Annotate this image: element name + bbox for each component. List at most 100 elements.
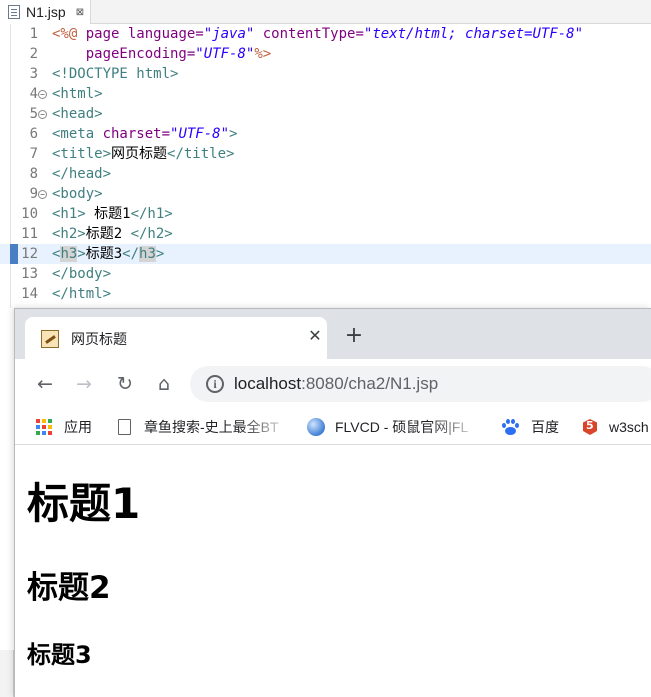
code-token: 标题2	[85, 226, 131, 242]
code-token: page	[85, 26, 128, 42]
editor-tab-n1-jsp[interactable]: N1.jsp ⊠	[0, 0, 92, 24]
code-line[interactable]: 12 <h3>标题3</h3>	[0, 244, 651, 264]
code-text: <title>网页标题</title>	[52, 144, 234, 164]
code-text: </body>	[52, 264, 111, 284]
line-number: 11	[21, 226, 38, 242]
browser-tab-strip: 网页标题 ✕ +	[15, 309, 651, 359]
bookmark-flvcd[interactable]: FLVCD - 硕鼠官网|FL	[307, 417, 468, 437]
code-line[interactable]: 9− <body>	[0, 184, 651, 204]
code-text: pageEncoding="UTF-8"%>	[52, 44, 271, 64]
line-number: 9	[29, 186, 38, 202]
apps-grid-icon	[36, 419, 52, 435]
code-editor[interactable]: 1 <%@ page language="java" contentType="t…	[0, 24, 651, 308]
bookmark-baidu[interactable]: 百度	[501, 417, 559, 437]
page-icon	[118, 419, 131, 435]
bookmark-zhangyu-label: 章鱼搜索-史上最全BT	[144, 419, 279, 435]
baidu-paw-icon	[501, 418, 519, 436]
bookmark-baidu-label: 百度	[531, 419, 559, 435]
line-number: 6	[29, 126, 38, 142]
code-line[interactable]: 7 <title>网页标题</title>	[0, 144, 651, 164]
w3school-icon	[581, 418, 599, 436]
jsp-file-icon	[8, 5, 20, 19]
line-number: 2	[29, 46, 38, 62]
code-token: <%@	[52, 26, 86, 42]
code-line[interactable]: 1 <%@ page language="java" contentType="t…	[0, 24, 651, 44]
bookmark-apps[interactable]: 应用	[36, 417, 92, 437]
line-number: 1	[29, 26, 38, 42]
bookmark-apps-label: 应用	[64, 419, 92, 435]
page-viewport: 标题1 标题2 标题3	[15, 446, 651, 697]
line-number: 5	[29, 106, 38, 122]
fold-toggle-icon[interactable]: −	[38, 110, 47, 119]
code-token: </h2>	[130, 226, 173, 242]
page-heading-2: 标题2	[27, 570, 111, 606]
code-token: <body>	[52, 186, 103, 202]
url-path: :8080/cha2/N1.jsp	[301, 374, 439, 393]
code-token: contentType=	[254, 26, 364, 42]
code-token: </title>	[167, 146, 235, 162]
browser-tab-title: 网页标题	[71, 331, 127, 347]
url-text: localhost:8080/cha2/N1.jsp	[234, 374, 438, 394]
code-token: </	[122, 246, 140, 262]
code-line[interactable]: 3 <!DOCTYPE html>	[0, 64, 651, 84]
code-text: <!DOCTYPE html>	[52, 64, 178, 84]
bookmark-zhangyu[interactable]: 章鱼搜索-史上最全BT	[118, 417, 279, 437]
editor-tab-bar: N1.jsp ⊠	[0, 0, 651, 24]
code-token: <meta	[52, 126, 103, 142]
code-token: %>	[254, 46, 272, 62]
forward-arrow-icon[interactable]: →	[72, 372, 96, 396]
code-line[interactable]: 2 pageEncoding="UTF-8"%>	[0, 44, 651, 64]
code-text: <body>	[52, 184, 103, 204]
home-icon[interactable]: ⌂	[152, 372, 176, 396]
code-text: <h2>标题2 </h2>	[52, 224, 173, 244]
line-number: 12	[21, 246, 38, 262]
bookmark-w3school[interactable]: w3sch	[581, 417, 649, 437]
code-token: "UTF-8"	[195, 46, 255, 62]
code-token: "UTF-8"	[170, 126, 230, 142]
bookmark-w3school-label: w3sch	[609, 419, 649, 435]
code-line[interactable]: 8 </head>	[0, 164, 651, 184]
line-number: 8	[29, 166, 38, 182]
close-tab-icon[interactable]: ✕	[305, 326, 325, 346]
code-line[interactable]: 5− <head>	[0, 104, 651, 124]
line-number: 10	[21, 206, 38, 222]
code-token: </h1>	[130, 206, 173, 222]
code-token: >	[77, 246, 86, 262]
code-line[interactable]: 13 </body>	[0, 264, 651, 284]
ide-side-panel-fragment	[0, 650, 14, 697]
url-host: localhost	[234, 374, 302, 393]
site-info-icon[interactable]: i	[206, 375, 224, 393]
code-text: <h3>标题3</h3>	[52, 244, 164, 264]
line-number: 7	[29, 146, 38, 162]
new-tab-icon[interactable]: +	[343, 325, 365, 348]
code-token: h3	[139, 246, 156, 262]
close-icon[interactable]: ⊠	[76, 7, 84, 18]
reload-icon[interactable]: ↻	[113, 372, 137, 396]
code-token: <!DOCTYPE html>	[52, 66, 179, 82]
address-bar[interactable]: i localhost:8080/cha2/N1.jsp	[190, 366, 651, 402]
code-token: <h2>	[52, 226, 86, 242]
fold-toggle-icon[interactable]: −	[38, 90, 47, 99]
code-token: h3	[60, 246, 78, 262]
code-line[interactable]: 14 </html>	[0, 284, 651, 304]
code-token: pageEncoding=	[52, 46, 196, 62]
bookmark-flvcd-label: FLVCD - 硕鼠官网|FL	[335, 419, 469, 435]
code-text: <meta charset="UTF-8">	[52, 124, 237, 144]
tomcat-favicon-icon	[41, 330, 59, 348]
code-text: <head>	[52, 104, 103, 124]
fold-toggle-icon[interactable]: −	[38, 190, 47, 199]
code-line[interactable]: 10 <h1> 标题1</h1>	[0, 204, 651, 224]
back-arrow-icon[interactable]: ←	[33, 372, 57, 396]
page-heading-3: 标题3	[27, 641, 92, 669]
line-number: 3	[29, 66, 38, 82]
code-token: </html>	[52, 286, 112, 302]
code-line[interactable]: 6 <meta charset="UTF-8">	[0, 124, 651, 144]
code-line[interactable]: 11 <h2>标题2 </h2>	[0, 224, 651, 244]
code-token: </head>	[52, 166, 112, 182]
browser-tab[interactable]: 网页标题 ✕	[25, 317, 327, 359]
code-line[interactable]: 4− <html>	[0, 84, 651, 104]
browser-window: 网页标题 ✕ + ← → ↻ ⌂ i localhost:8080/cha2/N…	[14, 308, 651, 697]
code-token: <title>	[52, 146, 112, 162]
code-token: <h1>	[52, 206, 86, 222]
page-heading-1: 标题1	[27, 479, 141, 528]
